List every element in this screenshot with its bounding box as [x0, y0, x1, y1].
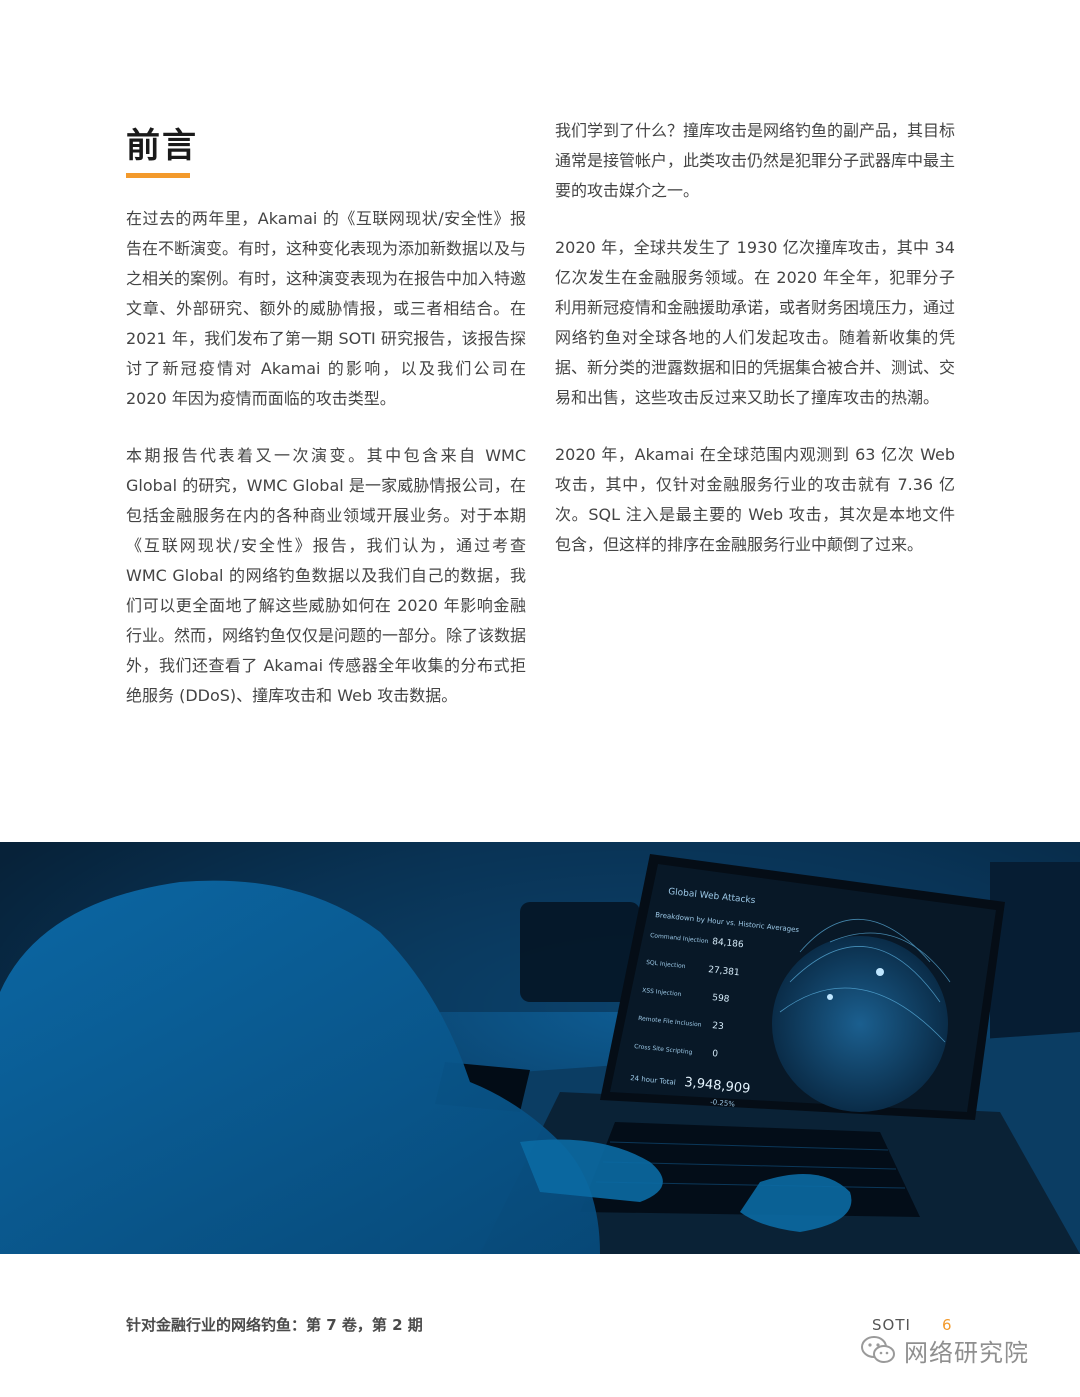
watermark-text: 网络研究院 [904, 1338, 1029, 1367]
title-underline [126, 173, 190, 178]
footer-title: 针对金融行业的网络钓鱼：第 7 卷，第 2 期 [126, 1316, 423, 1334]
left-column: 在过去的两年里，Akamai 的《互联网现状/安全性》报告在不断演变。有时，这种… [126, 204, 526, 738]
paragraph: 在过去的两年里，Akamai 的《互联网现状/安全性》报告在不断演变。有时，这种… [126, 209, 527, 408]
hero-photo: Global Web Attacks Breakdown by Hour vs.… [0, 842, 1080, 1254]
paragraph: 2020 年，全球共发生了 1930 亿次撞库攻击，其中 34 亿次发生在金融服… [555, 238, 956, 407]
dashboard-row-value: 23 [712, 1021, 724, 1032]
paragraph: 本期报告代表着又一次演变。其中包含来自 WMC Global 的研究，WMC G… [126, 446, 527, 705]
dashboard-row-value: 598 [712, 993, 730, 1005]
wechat-icon [861, 1336, 895, 1363]
paragraph: 2020 年，Akamai 在全球范围内观测到 63 亿次 Web 攻击，其中，… [555, 445, 955, 554]
page-title: 前言 [126, 126, 198, 166]
laptop-photo-illustration: Global Web Attacks Breakdown by Hour vs.… [0, 842, 1080, 1254]
right-column: 我们学到了什么？撞库攻击是网络钓鱼的副产品，其目标通常是接管帐户，此类攻击仍然是… [555, 116, 955, 587]
watermark: 网络研究院 [860, 1332, 1029, 1368]
paragraph: 我们学到了什么？撞库攻击是网络钓鱼的副产品，其目标通常是接管帐户，此类攻击仍然是… [555, 121, 956, 200]
